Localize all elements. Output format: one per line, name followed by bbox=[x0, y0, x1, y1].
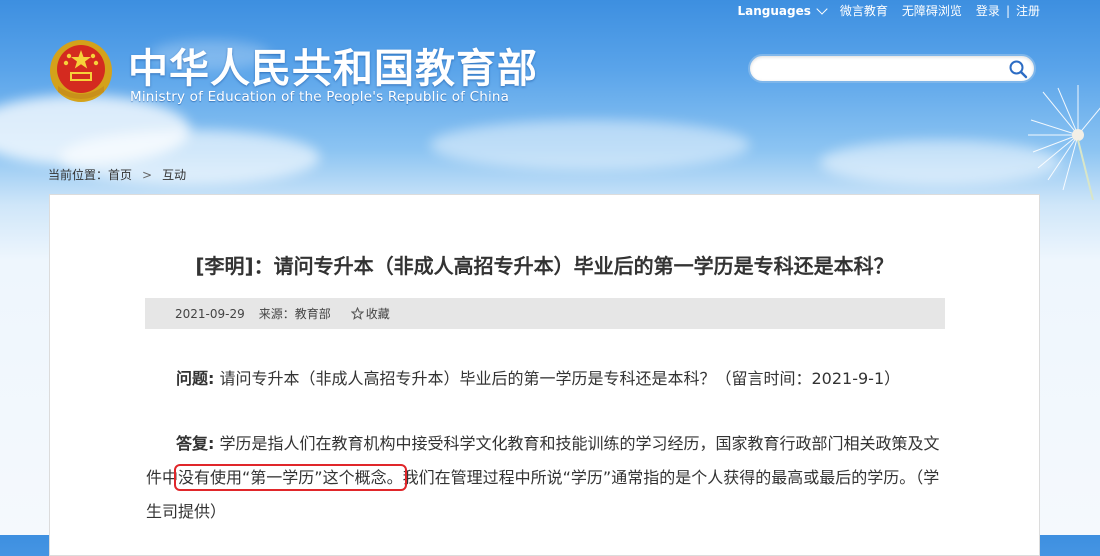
site-title[interactable]: 中华人民共和国教育部 bbox=[128, 36, 538, 94]
source-label: 来源：教育部 bbox=[258, 307, 331, 321]
top-links-bar: Languages 微言教育 无障碍浏览 登录 | 注册 bbox=[737, 2, 1040, 19]
question-paragraph: 问题: 请问专升本（非成人高招专升本）毕业后的第一学历是专科还是本科？（留言时间… bbox=[176, 362, 900, 396]
accessible-browsing-link[interactable]: 无障碍浏览 bbox=[902, 2, 962, 19]
topbar-separator: | bbox=[1005, 3, 1010, 18]
search-box bbox=[748, 54, 1036, 83]
highlighted-text: 没有使用“第一学历”这个概念。 bbox=[174, 464, 407, 491]
breadcrumb-home-link[interactable]: 首页 bbox=[108, 168, 132, 182]
favorite-label: 收藏 bbox=[365, 307, 390, 321]
article-title: [李明]：请问专升本（非成人高招专升本）毕业后的第一学历是专科还是本科？ bbox=[195, 254, 894, 278]
question-text: 请问专升本（非成人高招专升本）毕业后的第一学历是专科还是本科？（留言时间：202… bbox=[214, 369, 901, 388]
answer-paragraph: 答复: 学历是指人们在教育机构中接受科学文化教育和技能训练的学习经历，国家教育行… bbox=[146, 427, 946, 529]
question-label: 问题: bbox=[176, 369, 215, 388]
search-icon[interactable] bbox=[1008, 59, 1028, 79]
answer-label: 答复: bbox=[176, 434, 215, 453]
register-link[interactable]: 注册 bbox=[1016, 2, 1040, 19]
article-meta-bar: 2021-09-29 来源：教育部 收藏 bbox=[145, 298, 945, 329]
favorite-button[interactable]: 收藏 bbox=[350, 305, 390, 322]
article-card: [李明]：请问专升本（非成人高招专升本）毕业后的第一学历是专科还是本科？ 202… bbox=[49, 194, 1040, 556]
cloud-decoration bbox=[430, 120, 750, 170]
breadcrumb: 当前位置：首页 > 互动 bbox=[48, 166, 186, 183]
search-input[interactable] bbox=[762, 56, 1006, 83]
languages-dropdown[interactable]: Languages bbox=[737, 2, 828, 18]
login-link[interactable]: 登录 bbox=[976, 2, 1000, 19]
chevron-down-icon bbox=[816, 2, 828, 15]
publish-date: 2021-09-29 bbox=[175, 306, 245, 321]
breadcrumb-current-link[interactable]: 互动 bbox=[162, 168, 186, 182]
national-emblem-logo[interactable] bbox=[48, 38, 114, 104]
languages-label: Languages bbox=[737, 3, 811, 18]
dandelion-decoration bbox=[1028, 85, 1100, 200]
breadcrumb-separator: > bbox=[142, 168, 153, 182]
weibo-link[interactable]: 微言教育 bbox=[840, 2, 888, 19]
breadcrumb-prefix: 当前位置： bbox=[48, 168, 109, 182]
site-subtitle: Ministry of Education of the People's Re… bbox=[130, 89, 510, 105]
star-icon bbox=[350, 307, 364, 320]
